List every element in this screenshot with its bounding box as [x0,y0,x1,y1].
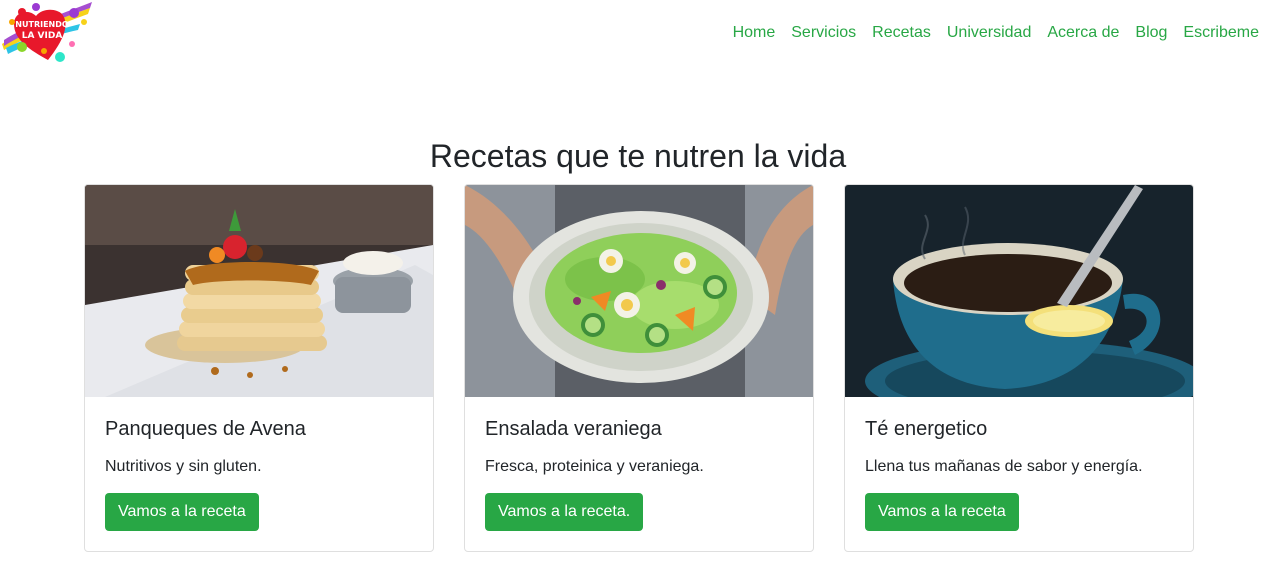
navbar: NUTRIENDO LA VIDA Home Servicios Recetas… [0,0,1276,68]
card-title: Panqueques de Avena [105,418,306,440]
svg-text:LA VIDA: LA VIDA [22,31,63,41]
card-text: Nutritivos y sin gluten. [105,458,262,475]
card-title: Té energetico [865,418,988,440]
card-title: Ensalada veraniega [485,418,662,440]
svg-text:NUTRIENDO: NUTRIENDO [15,20,69,29]
recipe-cards: Panqueques de Avena Nutritivos y sin glu… [84,184,1194,552]
salad-image [465,185,813,397]
card-text: Llena tus mañanas de sabor y energía. [865,458,1143,475]
nav-acerca-de[interactable]: Acerca de [1039,23,1127,43]
tea-image [845,185,1193,397]
card-text: Fresca, proteinica y veraniega. [485,458,704,475]
recipe-button[interactable]: Vamos a la receta [865,493,1019,531]
recipe-card: Panqueques de Avena Nutritivos y sin glu… [84,184,434,552]
recipe-card: Té energetico Llena tus mañanas de sabor… [844,184,1194,552]
nav-recetas[interactable]: Recetas [864,23,939,43]
nav-home[interactable]: Home [725,23,784,43]
nav-servicios[interactable]: Servicios [783,23,864,43]
pancakes-image [85,185,433,397]
nav-blog[interactable]: Blog [1127,23,1175,43]
nav-escribeme[interactable]: Escribeme [1175,23,1267,43]
recipe-button[interactable]: Vamos a la receta. [485,493,644,531]
site-logo[interactable]: NUTRIENDO LA VIDA [0,0,96,66]
nav-links: Home Servicios Recetas Universidad Acerc… [725,23,1267,43]
nav-universidad[interactable]: Universidad [939,23,1039,43]
page-title: Recetas que te nutren la vida [429,138,847,174]
recipe-button[interactable]: Vamos a la receta [105,493,259,531]
recipe-card: Ensalada veraniega Fresca, proteinica y … [464,184,814,552]
heart-logo-icon: NUTRIENDO LA VIDA [2,2,92,62]
